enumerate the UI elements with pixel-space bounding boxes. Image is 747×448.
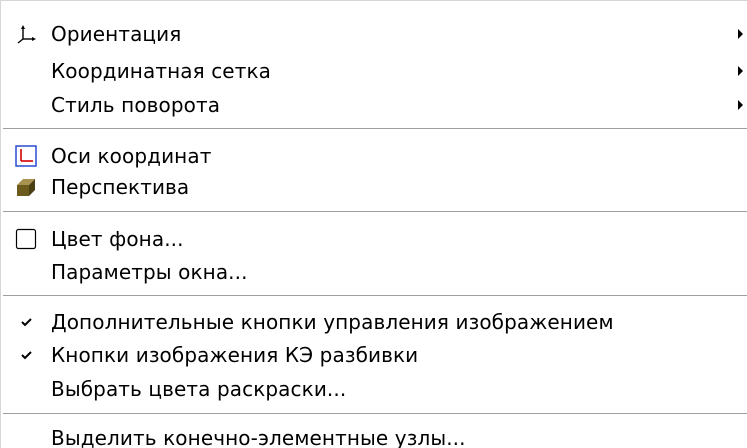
checkmark-icon bbox=[21, 351, 32, 360]
menu-separator bbox=[3, 128, 747, 130]
menu-item-coordinate-axes[interactable]: Оси координат bbox=[1, 140, 747, 172]
perspective-cube-icon bbox=[17, 179, 35, 196]
menu-separator bbox=[3, 211, 747, 213]
menu-item-label: Оси координат bbox=[51, 144, 212, 168]
context-menu: Ориентация Координатная сетка Стиль пово… bbox=[0, 0, 747, 448]
menu-item-select-fe-nodes[interactable]: Выделить конечно-элементные узлы... bbox=[1, 422, 747, 448]
menu-item-fe-mesh-buttons[interactable]: Кнопки изображения КЭ разбивки bbox=[1, 339, 747, 371]
submenu-arrow-icon bbox=[738, 29, 743, 39]
menu-item-label: Перспектива bbox=[51, 175, 190, 199]
menu-item-label: Ориентация bbox=[51, 22, 182, 46]
submenu-arrow-icon bbox=[738, 66, 743, 76]
menu-item-label: Параметры окна... bbox=[51, 260, 248, 284]
coordinate-axes-icon bbox=[15, 145, 37, 167]
menu-item-label: Стиль поворота bbox=[51, 93, 221, 117]
menu-item-additional-image-buttons[interactable]: Дополнительные кнопки управления изображ… bbox=[1, 306, 747, 338]
menu-item-label: Выделить конечно-элементные узлы... bbox=[51, 426, 466, 448]
checkmark-icon bbox=[21, 318, 32, 327]
menu-item-coordinate-grid[interactable]: Координатная сетка bbox=[1, 55, 747, 87]
menu-item-window-parameters[interactable]: Параметры окна... bbox=[1, 256, 747, 288]
color-swatch-icon bbox=[15, 228, 37, 250]
menu-item-perspective[interactable]: Перспектива bbox=[1, 171, 747, 203]
menu-item-label: Координатная сетка bbox=[51, 59, 271, 83]
menu-item-label: Дополнительные кнопки управления изображ… bbox=[51, 310, 614, 334]
menu-item-label: Выбрать цвета раскраски... bbox=[51, 377, 347, 401]
menu-item-label: Кнопки изображения КЭ разбивки bbox=[51, 343, 419, 367]
menu-item-rotation-style[interactable]: Стиль поворота bbox=[1, 89, 747, 121]
menu-item-orientation[interactable]: Ориентация bbox=[1, 18, 747, 50]
menu-item-choose-coloring-colors[interactable]: Выбрать цвета раскраски... bbox=[1, 373, 747, 405]
menu-item-label: Цвет фона... bbox=[51, 227, 184, 251]
menu-item-background-color[interactable]: Цвет фона... bbox=[1, 223, 747, 255]
menu-separator bbox=[3, 295, 747, 297]
menu-separator bbox=[3, 413, 747, 415]
submenu-arrow-icon bbox=[738, 100, 743, 110]
orientation-axes-icon bbox=[17, 25, 36, 44]
